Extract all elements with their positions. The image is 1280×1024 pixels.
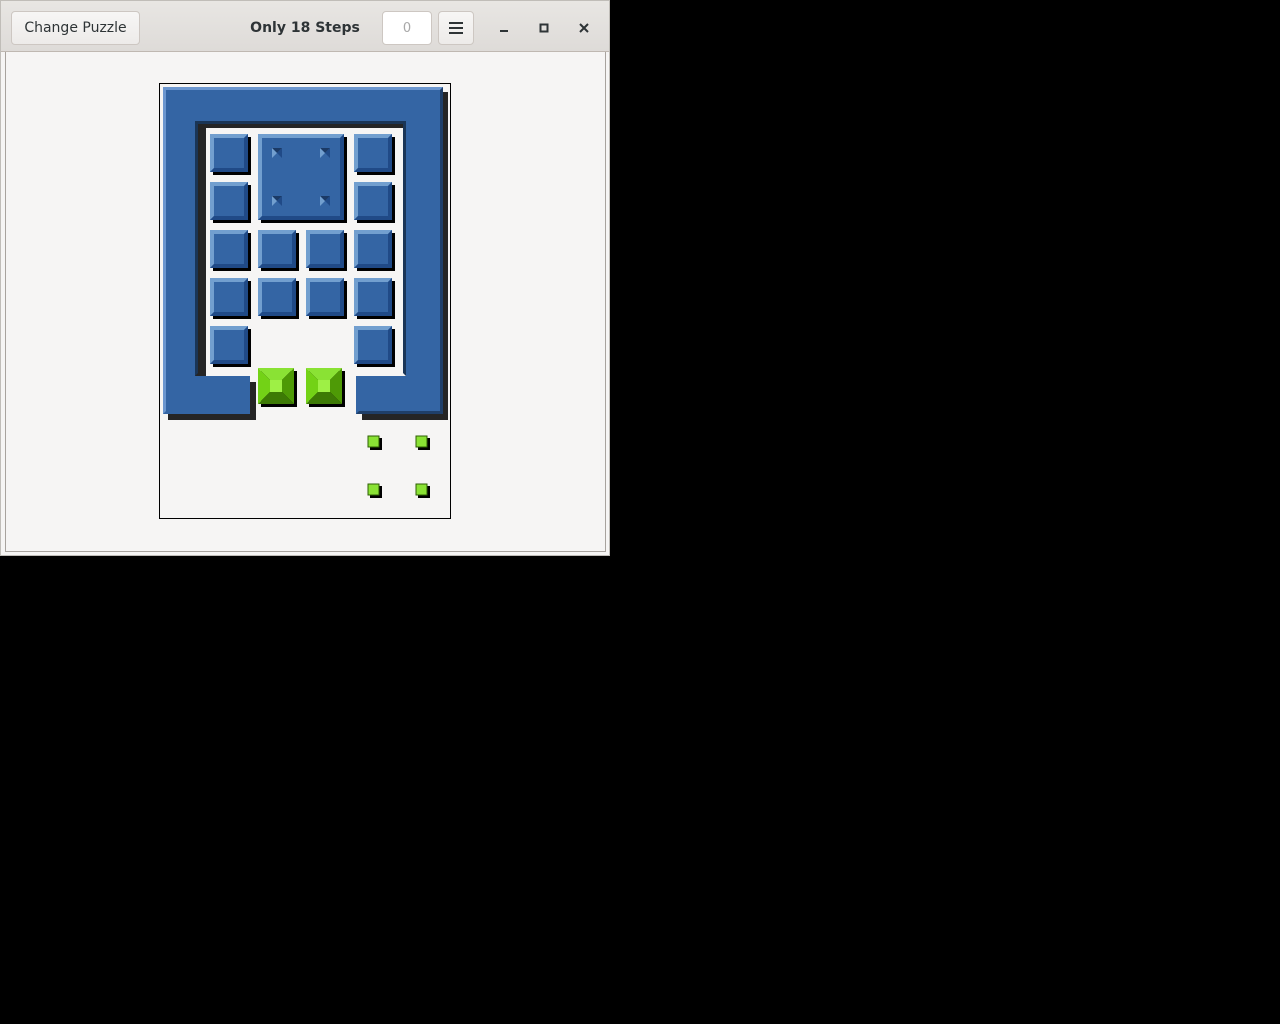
green-block[interactable]	[306, 368, 345, 407]
blocks-layer	[210, 134, 430, 498]
target-square	[367, 435, 382, 450]
blue-block[interactable]	[210, 134, 251, 175]
close-icon	[579, 23, 589, 33]
blue-block[interactable]	[306, 278, 347, 319]
blue-block[interactable]	[354, 230, 395, 271]
puzzle-canvas	[163, 87, 448, 498]
blue-block[interactable]	[210, 278, 251, 319]
blue-block[interactable]	[210, 182, 251, 223]
blue-block[interactable]	[354, 278, 395, 319]
blue-block[interactable]	[354, 134, 395, 175]
minimize-icon	[500, 30, 508, 32]
hamburger-menu-icon	[449, 22, 463, 34]
large-blue-block[interactable]	[258, 134, 347, 223]
blue-block[interactable]	[258, 278, 299, 319]
blue-block[interactable]	[354, 326, 395, 367]
maximize-button[interactable]	[530, 14, 558, 42]
blue-block[interactable]	[354, 182, 395, 223]
maximize-icon	[539, 23, 549, 33]
target-square	[415, 435, 430, 450]
minimize-button[interactable]	[490, 14, 518, 42]
green-block[interactable]	[258, 368, 297, 407]
blue-block[interactable]	[306, 230, 347, 271]
close-button[interactable]	[570, 14, 598, 42]
blue-block[interactable]	[210, 326, 251, 367]
puzzle-board[interactable]	[159, 83, 451, 519]
menu-button[interactable]	[438, 11, 474, 45]
blue-block[interactable]	[258, 230, 299, 271]
target-square	[367, 483, 382, 498]
change-puzzle-button[interactable]: Change Puzzle	[11, 11, 140, 45]
headerbar: Change Puzzle Only 18 Steps 0	[1, 1, 609, 52]
target-square	[415, 483, 430, 498]
window-title: Only 18 Steps	[250, 20, 360, 36]
steps-counter: 0	[382, 11, 432, 45]
blue-block[interactable]	[210, 230, 251, 271]
